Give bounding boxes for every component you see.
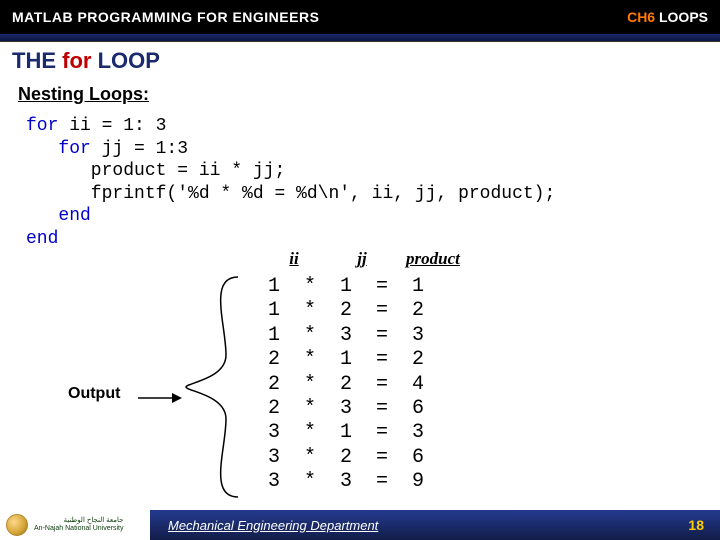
table-row: 1 * 3 = 3 [268,324,424,348]
col-header-jj: jj [348,249,376,269]
course-title: MATLAB PROGRAMMING FOR ENGINEERS [12,9,319,25]
table-row: 3 * 1 = 3 [268,421,424,445]
slide: MATLAB PROGRAMMING FOR ENGINEERS CH6 LOO… [0,0,720,540]
code-l2: jj = 1:3 [91,139,188,159]
title-post: LOOP [91,48,159,73]
slide-body: for ii = 1: 3 for jj = 1:3 product = ii … [0,107,720,250]
code-kw-end2: end [26,229,58,249]
header-bar: MATLAB PROGRAMMING FOR ENGINEERS CH6 LOO… [0,0,720,34]
arrow-icon [138,391,182,403]
table-row: 3 * 2 = 6 [268,446,424,470]
col-header-ii: ii [280,249,308,269]
code-l3: product = ii * jj; [26,161,285,181]
page-number: 18 [688,517,720,533]
table-row: 3 * 3 = 9 [268,470,424,494]
code-kw-for2: for [26,139,91,159]
code-kw-for1: for [26,116,58,136]
table-row: 2 * 3 = 6 [268,397,424,421]
output-label: Output [68,385,120,403]
department-name: Mechanical Engineering Department [150,518,688,533]
chapter-label: CH6 LOOPS [627,9,708,25]
table-row: 1 * 1 = 1 [268,275,424,299]
footer-bar: جامعة النجاح الوطنية An-Najah National U… [0,510,720,540]
university-logo: جامعة النجاح الوطنية An-Najah National U… [0,510,150,540]
table-row: 2 * 2 = 4 [268,373,424,397]
table-row: 2 * 1 = 2 [268,348,424,372]
title-pre: THE [12,48,62,73]
curly-brace-icon [178,275,248,499]
col-header-product: product [406,249,460,269]
code-block: for ii = 1: 3 for jj = 1:3 product = ii … [26,115,702,250]
uni-name-ar: جامعة النجاح الوطنية [34,517,123,525]
chapter-number: CH6 [627,9,655,25]
slide-title: THE for LOOP [0,42,720,78]
logo-badge-icon [6,514,28,536]
code-kw-end1: end [26,206,91,226]
title-keyword: for [62,48,91,73]
header-underbar [0,34,720,42]
logo-text: جامعة النجاح الوطنية An-Najah National U… [34,517,123,532]
output-column-headers: ii jj product [270,249,460,269]
code-l4: fprintf('%d * %d = %d\n', ii, jj, produc… [26,184,555,204]
section-heading: Nesting Loops: [0,78,720,107]
uni-name-en: An-Najah National University [34,525,123,533]
output-table: 1 * 1 = 1 1 * 2 = 2 1 * 3 = 3 2 * 1 = 2 … [268,275,424,495]
chapter-topic: LOOPS [655,9,708,25]
table-row: 1 * 2 = 2 [268,299,424,323]
code-l1: ii = 1: 3 [58,116,166,136]
